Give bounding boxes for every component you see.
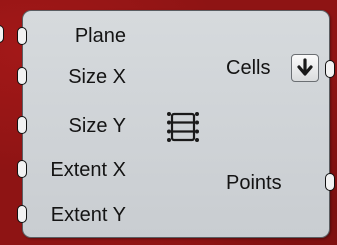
input-label-size-x[interactable]: Size X (68, 65, 126, 89)
input-grip-extent-x[interactable] (17, 160, 27, 178)
input-label-extent-x[interactable]: Extent X (50, 158, 126, 182)
input-grip-plane[interactable] (0, 25, 4, 43)
flatten-flag-button[interactable] (291, 54, 319, 82)
input-label-plane[interactable]: Plane (75, 24, 126, 48)
output-grip-cells[interactable] (325, 60, 335, 78)
grid-component[interactable]: Plane Size X Size Y Extent X Extent Y Ce… (17, 10, 335, 238)
input-grip-extent-y[interactable] (17, 205, 27, 223)
input-grip-size-x[interactable] (17, 67, 27, 85)
output-label-points[interactable]: Points (226, 171, 282, 195)
input-label-extent-y[interactable]: Extent Y (51, 203, 126, 227)
input-label-size-y[interactable]: Size Y (69, 114, 126, 138)
output-label-cells[interactable]: Cells (226, 56, 270, 80)
input-grip-size-y[interactable] (17, 116, 27, 134)
down-arrow-icon (297, 58, 313, 76)
output-grip-points[interactable] (325, 173, 335, 191)
grid-cells-icon (167, 112, 199, 142)
input-grip-plane[interactable] (17, 27, 27, 45)
